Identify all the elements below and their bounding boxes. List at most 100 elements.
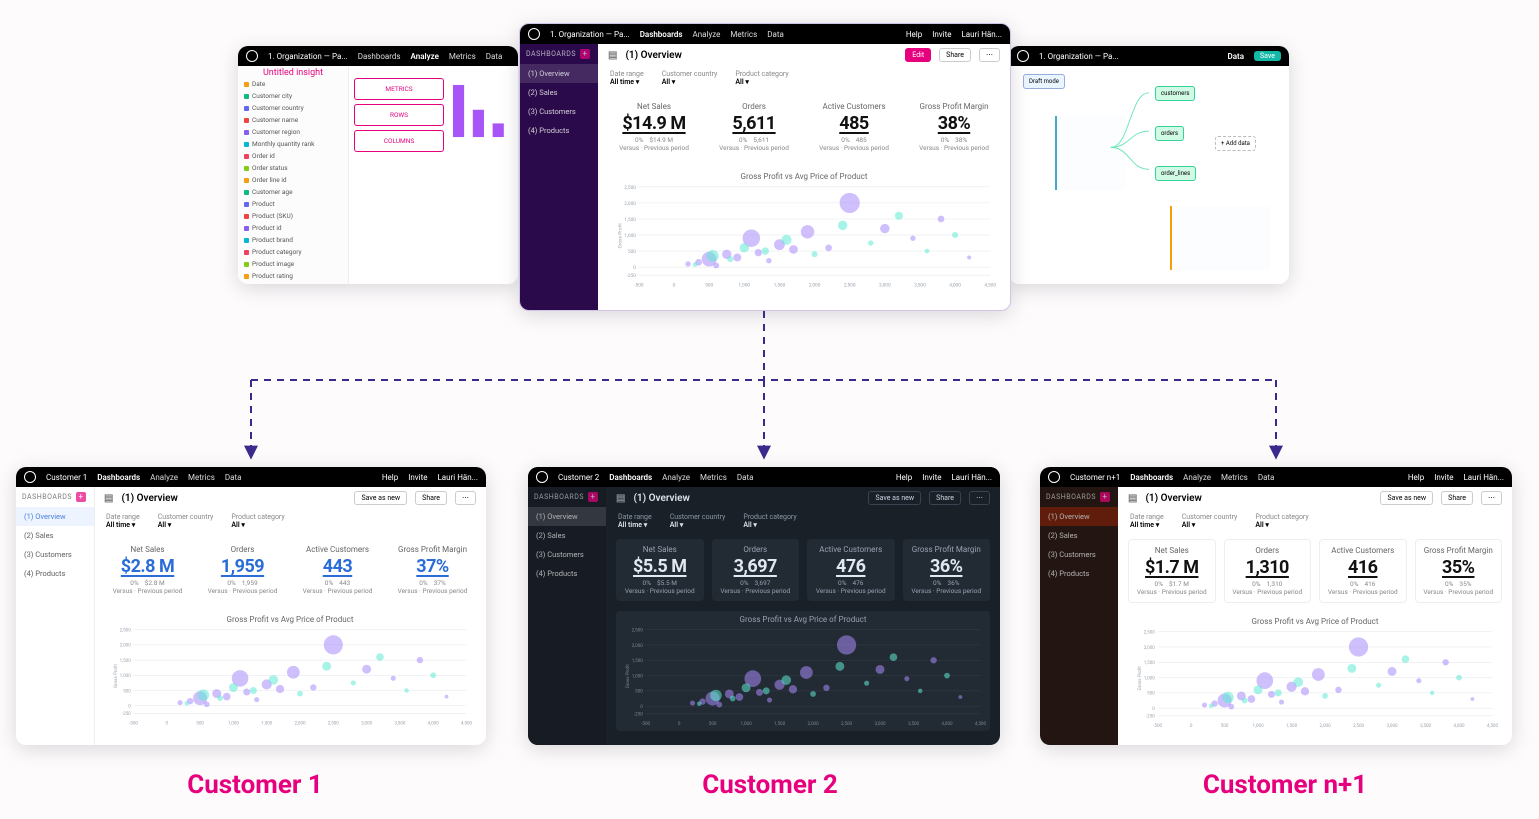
- catalog-field[interactable]: Customer region: [238, 126, 348, 138]
- catalog-field[interactable]: Product rating: [238, 270, 348, 282]
- share-button[interactable]: Share: [1441, 491, 1473, 505]
- share-button[interactable]: Share: [415, 491, 447, 505]
- catalog-field[interactable]: Product id: [238, 222, 348, 234]
- sidebar-item[interactable]: (3) Customers: [16, 545, 94, 564]
- filter-chip[interactable]: Product categoryAll ▾: [231, 513, 284, 529]
- kpi-card[interactable]: Active Customers4760%476Versus · Previou…: [807, 539, 895, 601]
- sidebar-item[interactable]: (1) Overview: [528, 507, 606, 526]
- filter-chip[interactable]: Date rangeAll time ▾: [106, 513, 140, 529]
- add-dashboard-button[interactable]: +: [588, 492, 598, 502]
- model-canvas[interactable]: Draft mode customers orders order_lines …: [1015, 66, 1283, 278]
- filter-chip[interactable]: Date rangeAll time ▾: [610, 70, 644, 86]
- catalog-field[interactable]: Customer city: [238, 90, 348, 102]
- kpi-card[interactable]: Gross Profit Margin35%0%35%Versus · Prev…: [1415, 539, 1503, 603]
- nav-dashboards[interactable]: Dashboards: [609, 473, 652, 482]
- kpi-card[interactable]: Orders5,6110%5,611Versus · Previous peri…: [708, 96, 800, 158]
- field-catalog[interactable]: Untitled insight DateCustomer cityCustom…: [238, 66, 349, 284]
- kpi-card[interactable]: Net Sales$14.9 M0%$14.9 MVersus · Previo…: [608, 96, 700, 158]
- catalog-field[interactable]: Product: [238, 198, 348, 210]
- filter-chip[interactable]: Product categoryAll ▾: [735, 70, 788, 86]
- kpi-card[interactable]: Gross Profit Margin38%0%38%Versus · Prev…: [908, 96, 1000, 158]
- catalog-field[interactable]: Product brand: [238, 234, 348, 246]
- workspace-name[interactable]: Customer n+1: [1070, 473, 1120, 482]
- more-button[interactable]: ⋯: [455, 491, 476, 505]
- nav-metrics[interactable]: Metrics: [700, 473, 727, 482]
- kpi-card[interactable]: Orders3,6970%3,697Versus · Previous peri…: [712, 539, 800, 601]
- catalog-field[interactable]: Product image: [238, 258, 348, 270]
- sidebar-item[interactable]: (3) Customers: [528, 545, 606, 564]
- nav-data[interactable]: Data: [225, 473, 242, 482]
- catalog-field[interactable]: Product (SKU): [238, 210, 348, 222]
- catalog-field[interactable]: Customer age: [238, 186, 348, 198]
- workspace-name[interactable]: Customer 2: [558, 473, 599, 482]
- more-button[interactable]: ⋯: [969, 491, 990, 505]
- save-as-new-button[interactable]: Save as new: [868, 491, 921, 505]
- kpi-card[interactable]: Gross Profit Margin36%0%36%Versus · Prev…: [903, 539, 991, 601]
- nav-dashboards[interactable]: Dashboards: [640, 30, 683, 39]
- filter-chip[interactable]: Date rangeAll time ▾: [1130, 513, 1164, 529]
- share-button[interactable]: Share: [939, 48, 971, 62]
- add-dashboard-button[interactable]: +: [580, 49, 590, 59]
- catalog-field[interactable]: Order id: [238, 150, 348, 162]
- help-link[interactable]: Help: [1408, 473, 1424, 482]
- filter-chip[interactable]: Customer countryAll ▾: [158, 513, 214, 529]
- nav-metrics[interactable]: Metrics: [730, 30, 757, 39]
- help-link[interactable]: Help: [382, 473, 398, 482]
- share-button[interactable]: Share: [929, 491, 961, 505]
- kpi-card[interactable]: Active Customers4850%485Versus · Previou…: [808, 96, 900, 158]
- nav-analyze[interactable]: Analyze: [150, 473, 178, 482]
- more-button[interactable]: ⋯: [979, 48, 1000, 62]
- nav-data[interactable]: Data: [1228, 52, 1245, 61]
- nav-data[interactable]: Data: [486, 52, 503, 61]
- user-menu[interactable]: Lauri Hän...: [961, 30, 1002, 39]
- nav-analyze[interactable]: Analyze: [411, 52, 439, 61]
- user-menu[interactable]: Lauri Hän...: [437, 473, 478, 482]
- invite-link[interactable]: Invite: [922, 473, 941, 482]
- help-link[interactable]: Help: [896, 473, 912, 482]
- catalog-field[interactable]: Customer name: [238, 114, 348, 126]
- sidebar-item[interactable]: (3) Customers: [1040, 545, 1118, 564]
- sidebar-item-customers[interactable]: (3) Customers: [520, 102, 598, 121]
- sidebar-item[interactable]: (2) Sales: [528, 526, 606, 545]
- nav-analyze[interactable]: Analyze: [662, 473, 690, 482]
- workspace-name[interactable]: 1. Organization — Pa...: [550, 30, 630, 39]
- nav-dashboards[interactable]: Dashboards: [97, 473, 140, 482]
- kpi-card[interactable]: Active Customers4430%443Versus · Previou…: [294, 539, 381, 601]
- kpi-card[interactable]: Orders1,3100%1,310Versus · Previous peri…: [1224, 539, 1312, 603]
- filter-chip[interactable]: Product categoryAll ▾: [743, 513, 796, 529]
- catalog-field[interactable]: Order line id: [238, 174, 348, 186]
- sidebar-item[interactable]: (4) Products: [528, 564, 606, 583]
- catalog-field[interactable]: Date: [238, 78, 348, 90]
- more-button[interactable]: ⋯: [1481, 491, 1502, 505]
- kpi-card[interactable]: Active Customers4160%416Versus · Previou…: [1319, 539, 1407, 603]
- nav-data[interactable]: Data: [767, 30, 784, 39]
- sidebar-item[interactable]: (1) Overview: [16, 507, 94, 526]
- nav-metrics[interactable]: Metrics: [449, 52, 476, 61]
- invite-link[interactable]: Invite: [1434, 473, 1453, 482]
- help-link[interactable]: Help: [906, 30, 922, 39]
- sidebar-item[interactable]: (4) Products: [16, 564, 94, 583]
- nav-metrics[interactable]: Metrics: [1221, 473, 1248, 482]
- filter-chip[interactable]: Date rangeAll time ▾: [618, 513, 652, 529]
- add-dashboard-button[interactable]: +: [76, 492, 86, 502]
- sidebar-item-overview[interactable]: (1) Overview: [520, 64, 598, 83]
- save-as-new-button[interactable]: Save as new: [1380, 491, 1433, 505]
- sidebar-item-sales[interactable]: (2) Sales: [520, 83, 598, 102]
- dropzone-metrics[interactable]: METRICS: [354, 78, 444, 100]
- kpi-card[interactable]: Orders1,9590%1,959Versus · Previous peri…: [199, 539, 286, 601]
- catalog-field[interactable]: Customer country: [238, 102, 348, 114]
- nav-metrics[interactable]: Metrics: [188, 473, 215, 482]
- user-menu[interactable]: Lauri Hän...: [1463, 473, 1504, 482]
- edit-button[interactable]: Edit: [905, 48, 931, 62]
- sidebar-item-products[interactable]: (4) Products: [520, 121, 598, 140]
- nav-data[interactable]: Data: [737, 473, 754, 482]
- nav-analyze[interactable]: Analyze: [1183, 473, 1211, 482]
- catalog-field[interactable]: Monthly quantity rank: [238, 138, 348, 150]
- insight-title[interactable]: Untitled insight: [238, 68, 348, 78]
- add-dashboard-button[interactable]: +: [1100, 492, 1110, 502]
- dropzone-columns[interactable]: COLUMNS: [354, 130, 444, 152]
- filter-chip[interactable]: Customer countryAll ▾: [670, 513, 726, 529]
- sidebar-item[interactable]: (2) Sales: [1040, 526, 1118, 545]
- catalog-field[interactable]: Product category: [238, 246, 348, 258]
- components-link[interactable]: Components: [238, 282, 348, 284]
